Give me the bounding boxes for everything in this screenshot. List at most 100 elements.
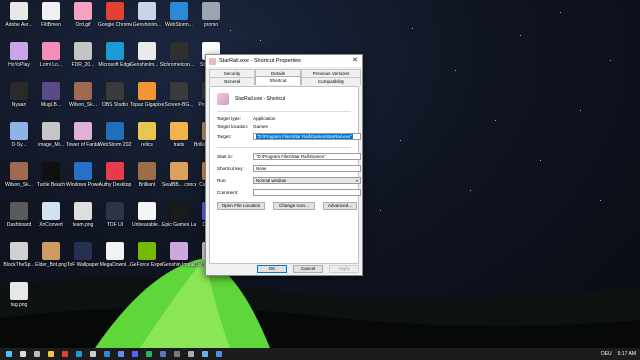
desktop-icon[interactable]: traits [162,122,196,148]
desktop-icon[interactable]: Dashboard [2,202,36,228]
search-icon[interactable] [18,350,28,358]
terminal-icon[interactable] [88,350,98,358]
run-select[interactable]: Normal window ▾ [253,177,361,184]
desktop-icon[interactable]: Microsoft Edge [98,42,132,68]
desktop-icon[interactable]: Lomi Lo... [34,42,68,68]
desktop-icon[interactable]: relics [130,122,164,148]
comment-input[interactable] [253,189,361,196]
desktop-icon[interactable]: TOF UI [98,202,132,228]
desktop-icon[interactable]: Windows PowerShell [66,162,100,188]
start-in-input[interactable]: "D:\Program Files\Star Rail\Games" [253,153,361,160]
desktop-icon[interactable]: Wilson_Sk... [66,82,100,108]
app-icon [74,242,92,260]
apply-button[interactable]: Apply [329,265,359,273]
desktop-icon-label: Wilson_Sk... [69,102,97,108]
desktop-icon[interactable]: Authy Desktop [98,162,132,188]
dialog-titlebar[interactable]: StarRail.exe - Shortcut Properties ✕ [206,55,362,67]
desktop-icon-label: HoYoPlay [8,62,30,68]
mail-icon[interactable] [214,350,224,358]
desktop-icon[interactable]: XnConvert [34,202,68,228]
advanced-button[interactable]: Advanced... [323,202,357,210]
desktop-icon[interactable]: Google Chrome [98,2,132,28]
file-explorer-icon[interactable] [46,350,56,358]
steam-icon[interactable] [158,350,168,358]
desktop-icon[interactable]: Epic Games Launcher [162,202,196,228]
desktop-icon[interactable]: Tower of Fantasy [66,122,100,148]
desktop-icon[interactable]: WebStorm 2021.1 [98,122,132,148]
spotify-icon[interactable] [144,350,154,358]
desktop-icon[interactable]: Unbearable... [130,202,164,228]
desktop-icon[interactable]: Wilson_Sk... [2,162,36,188]
shortcut-tab-panel: StarRail.exe - Shortcut Target type: App… [209,86,361,264]
desktop-icon[interactable]: Topaz Gigapixel AI [130,82,164,108]
close-icon[interactable]: ✕ [348,55,362,67]
language-indicator[interactable]: DEU [601,351,612,357]
desktop-icon-label: Topaz Gigapixel AI [130,102,164,108]
desktop-icon[interactable]: promo [194,2,228,28]
obs-icon[interactable] [172,350,182,358]
open-file-location-button[interactable]: Open File Location [217,202,265,210]
edge-icon[interactable] [74,350,84,358]
desktop-icon-label: Tower of Fantasy [66,142,100,148]
desktop-icon-label: Turtle Beach [36,182,66,188]
app-icon [10,202,28,220]
photos-icon-glyph [202,351,208,357]
photos-icon[interactable] [200,350,210,358]
ok-button[interactable]: OK [257,265,287,273]
desktop-icon[interactable]: tag.png [2,282,36,308]
desktop-icon[interactable]: OBS Studio [98,82,132,108]
desktop-icon[interactable]: Genshin Impact [162,242,196,268]
cancel-button[interactable]: Cancel [293,265,323,273]
desktop-icon[interactable]: chromeIcon... [162,42,196,68]
app-icon [106,82,124,100]
desktop-icon[interactable]: Elder_Bot.png [34,242,68,268]
change-icon-button[interactable]: Change Icon... [273,202,315,210]
desktop-icon-label: Google Chrome [98,22,132,28]
desktop-icon[interactable]: team.png [66,202,100,228]
desktop-icon[interactable]: ToF Wallpaper [66,242,100,268]
tab-previous-versions[interactable]: Previous Versions [301,69,361,77]
desktop-icon[interactable]: Nyaan [2,82,36,108]
desktop-icon[interactable]: MegaDownl... [98,242,132,268]
desktop-icon[interactable]: D-Sy... [2,122,36,148]
desktop-icon[interactable]: GenshinIm... [130,2,164,28]
desktop-icon[interactable]: BlockTheSp... [2,242,36,268]
shortcut-key-input[interactable]: None [253,165,361,172]
settings-icon[interactable] [186,350,196,358]
divider [217,147,351,148]
desktop-icon[interactable]: GenshinIm... Shortcut [130,42,164,68]
system-tray: DEU 5:17 AM [595,348,636,360]
clock[interactable]: 5:17 AM [618,351,636,357]
desktop-icon[interactable]: MugLB... [34,82,68,108]
desktop-icon[interactable]: image_Mi... [34,122,68,148]
app-icon [138,162,156,180]
target-input[interactable]: "D:\Program Files\Star Rail\Games\StarRa… [253,133,361,140]
desktop-icon[interactable]: FiltBmen [34,2,68,28]
windows-start-icon[interactable] [4,350,14,358]
comment-label: Comment: [217,190,239,195]
desktop-icon[interactable]: Adobe Aer... [2,2,36,28]
desktop-icon[interactable]: Turtle Beach [34,162,68,188]
discord-icon[interactable] [130,350,140,358]
tab-general[interactable]: General [209,77,255,85]
store-icon[interactable] [116,350,126,358]
chrome-icon[interactable] [60,350,70,358]
desktop-icon[interactable]: Brilliant [130,162,164,188]
desktop-icon[interactable]: HoYoPlay [2,42,36,68]
tab-security[interactable]: Security [209,69,255,77]
tab-compatibility[interactable]: Compatibility [301,77,361,85]
tab-shortcut[interactable]: Shortcut [255,76,301,85]
task-view-icon[interactable] [32,350,42,358]
desktop-icon[interactable]: FDR_20... [66,42,100,68]
desktop-icon[interactable]: WebStorm... [162,2,196,28]
store-icon-glyph [118,351,124,357]
desktop-icon[interactable]: Screen-BG... [162,82,196,108]
desktop-icon[interactable]: GeForce Experience [130,242,164,268]
file-explorer-icon-glyph [48,351,54,357]
desktop-icon[interactable]: Ord.gif [66,2,100,28]
app-icon [42,42,60,60]
vscode-icon[interactable] [102,350,112,358]
app-icon [10,282,28,300]
desktop-icon[interactable]: SealBB... concept.png [162,162,196,188]
desktop-icon-label: Lomi Lo... [40,62,62,68]
